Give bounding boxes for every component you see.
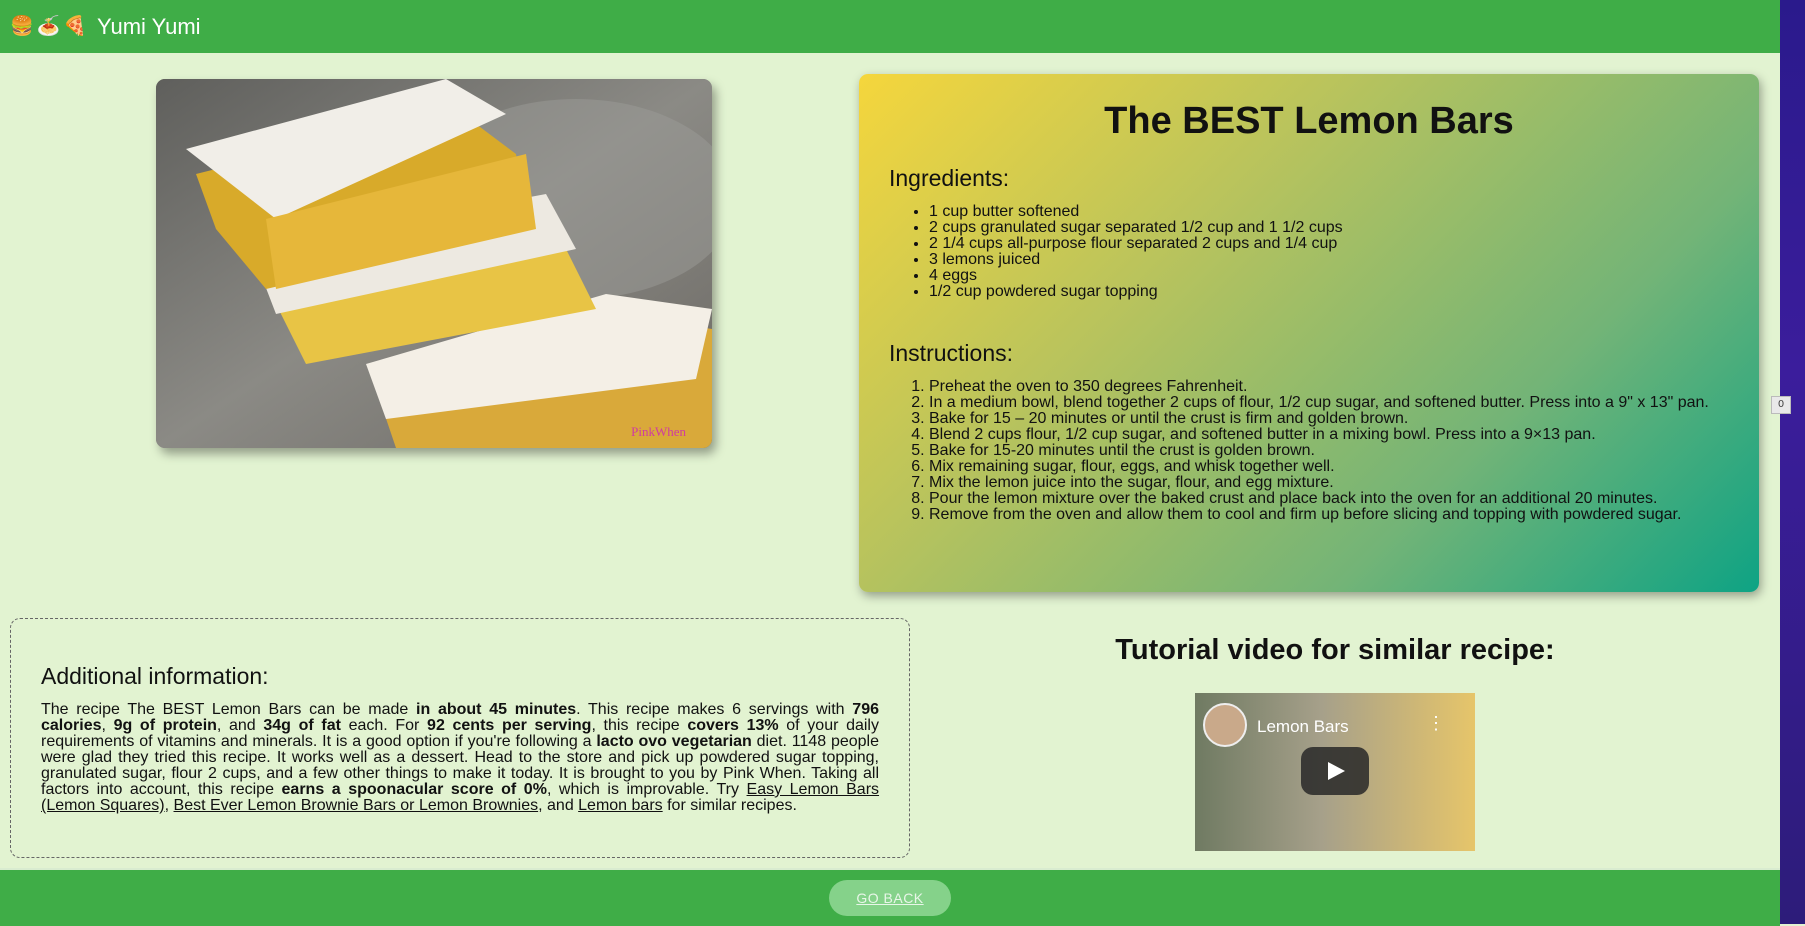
info-highlight: earns a spoonacular score of 0% bbox=[281, 781, 547, 798]
instructions-heading: Instructions: bbox=[889, 340, 1013, 366]
info-text: , bbox=[101, 717, 114, 734]
instruction-step: Preheat the oven to 350 degrees Fahrenhe… bbox=[929, 379, 1729, 395]
ingredient-item: 2 1/4 cups all-purpose flour separated 2… bbox=[929, 236, 1729, 252]
go-back-button[interactable]: GO BACK bbox=[829, 880, 951, 916]
ingredient-item: 4 eggs bbox=[929, 268, 1729, 284]
info-text: , bbox=[164, 797, 174, 814]
photo-watermark: PinkWhen bbox=[631, 424, 686, 439]
info-text: , this recipe bbox=[591, 717, 688, 734]
instruction-step: Remove from the oven and allow them to c… bbox=[929, 507, 1729, 523]
info-highlight: covers 13% bbox=[687, 717, 779, 734]
recipe-title: The BEST Lemon Bars bbox=[1104, 100, 1514, 142]
info-text: each. For bbox=[340, 717, 428, 734]
video-heading: Tutorial video for similar recipe: bbox=[1115, 634, 1555, 666]
brand-logo[interactable]: 🍔 🍝 🍕 Yumi Yumi bbox=[10, 14, 201, 40]
video-player[interactable]: Lemon Bars ⋮ bbox=[1195, 693, 1475, 851]
info-text: , and bbox=[538, 797, 579, 814]
footer-bar: GO BACK bbox=[0, 868, 1780, 926]
more-options-icon[interactable]: ⋮ bbox=[1427, 713, 1445, 734]
instruction-step: Blend 2 cups flour, 1/2 cup sugar, and s… bbox=[929, 427, 1729, 443]
instruction-step: Mix the lemon juice into the sugar, flou… bbox=[929, 475, 1729, 491]
ingredients-list: 1 cup butter softened 2 cups granulated … bbox=[889, 204, 1729, 300]
info-highlight: 34g of fat bbox=[263, 717, 341, 734]
info-text: for similar recipes. bbox=[662, 797, 797, 814]
recipe-card: The BEST Lemon Bars Ingredients: 1 cup b… bbox=[859, 74, 1759, 592]
video-title[interactable]: Lemon Bars bbox=[1257, 717, 1349, 737]
additional-info-heading: Additional information: bbox=[41, 663, 269, 689]
pizza-icon: 🍕 bbox=[63, 16, 88, 37]
side-badge: 0 bbox=[1771, 396, 1791, 414]
channel-avatar[interactable] bbox=[1203, 703, 1247, 747]
top-navbar: 🍔 🍝 🍕 Yumi Yumi bbox=[0, 0, 1780, 53]
info-text: The recipe The BEST Lemon Bars can be ma… bbox=[41, 701, 416, 718]
pasta-icon: 🍝 bbox=[36, 16, 61, 37]
similar-recipe-link[interactable]: Lemon bars bbox=[578, 797, 663, 814]
instructions-list: Preheat the oven to 350 degrees Fahrenhe… bbox=[889, 379, 1729, 523]
instruction-step: Mix remaining sugar, flour, eggs, and wh… bbox=[929, 459, 1729, 475]
burger-icon: 🍔 bbox=[10, 16, 34, 37]
instruction-step: Bake for 15 – 20 minutes or until the cr… bbox=[929, 411, 1729, 427]
info-text: , which is improvable. Try bbox=[546, 781, 747, 798]
food-icons: 🍔 🍝 🍕 bbox=[10, 17, 87, 36]
play-button[interactable] bbox=[1301, 747, 1369, 795]
lemon-bars-image bbox=[156, 79, 712, 448]
similar-recipe-link[interactable]: Best Ever Lemon Brownie Bars or Lemon Br… bbox=[174, 797, 539, 814]
ingredient-item: 1/2 cup powdered sugar topping bbox=[929, 284, 1729, 300]
ingredients-heading: Ingredients: bbox=[889, 165, 1010, 191]
info-text: . This recipe makes 6 servings with bbox=[576, 701, 853, 718]
info-highlight: lacto ovo vegetarian bbox=[596, 733, 752, 750]
side-strip bbox=[1780, 0, 1805, 924]
instruction-step: In a medium bowl, blend together 2 cups … bbox=[929, 395, 1729, 411]
additional-info-text: The recipe The BEST Lemon Bars can be ma… bbox=[41, 702, 879, 814]
ingredient-item: 3 lemons juiced bbox=[929, 252, 1729, 268]
instruction-step: Pour the lemon mixture over the baked cr… bbox=[929, 491, 1729, 507]
ingredient-item: 1 cup butter softened bbox=[929, 204, 1729, 220]
info-highlight: 9g of protein bbox=[113, 717, 217, 734]
info-highlight: 92 cents per serving bbox=[427, 717, 592, 734]
recipe-photo: PinkWhen bbox=[156, 79, 712, 448]
info-text: , and bbox=[216, 717, 264, 734]
ingredient-item: 2 cups granulated sugar separated 1/2 cu… bbox=[929, 220, 1729, 236]
instruction-step: Bake for 15-20 minutes until the crust i… bbox=[929, 443, 1729, 459]
additional-info-box: Additional information: The recipe The B… bbox=[10, 618, 910, 858]
app-title: Yumi Yumi bbox=[97, 13, 201, 39]
info-highlight: in about 45 minutes bbox=[416, 701, 577, 718]
